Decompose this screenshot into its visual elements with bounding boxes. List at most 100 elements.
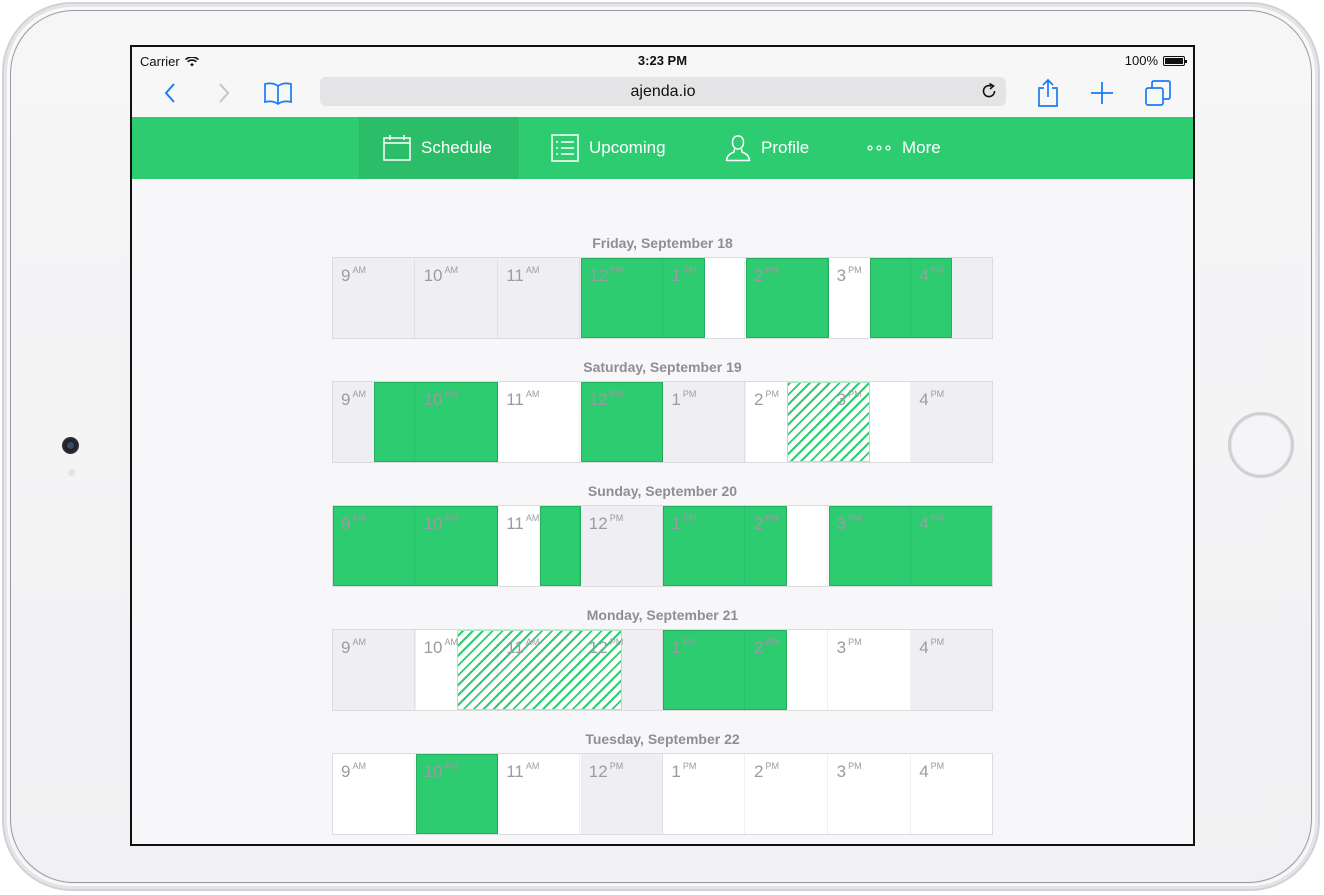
hour-slot[interactable]: 11 AM — [498, 258, 581, 338]
hour-label: 1 PM — [671, 513, 697, 534]
hour-period: PM — [682, 513, 697, 523]
hour-slot[interactable]: 10 AM — [416, 506, 498, 586]
hour-label: 10 AM — [424, 265, 458, 286]
hour-slot[interactable]: 10 AM — [416, 382, 498, 462]
day-timeline[interactable]: 9 AM 10 AM 11 AM 12 PM 1 PM 2 PM 3 PM 4 PM — [332, 505, 993, 587]
day-title: Tuesday, September 22 — [585, 731, 740, 747]
hour-slot[interactable]: 2 PM — [746, 630, 828, 710]
new-tab-button[interactable] — [1086, 77, 1118, 109]
hour-period: PM — [609, 389, 624, 399]
reload-button[interactable] — [980, 82, 998, 105]
hour-slot[interactable]: 9 AM — [333, 382, 415, 462]
day-timeline[interactable]: 9 AM 10 AM 11 AM 12 PM 1 PM 2 PM 3 PM 4 PM — [332, 381, 993, 463]
hour-slot[interactable]: 10 AM — [416, 754, 498, 834]
day-timeline[interactable]: 9 AM 10 AM 11 AM 12 PM 1 PM 2 PM 3 PM 4 PM — [332, 257, 993, 339]
back-button[interactable] — [154, 77, 186, 109]
hour-slot[interactable]: 4 PM — [911, 630, 992, 710]
hour-period: PM — [848, 265, 862, 275]
hour-slot[interactable]: 9 AM — [333, 630, 415, 710]
hour-slot[interactable]: 4 PM — [911, 382, 992, 462]
hour-number: 3 — [836, 762, 847, 781]
hour-slot[interactable]: 2 PM — [746, 258, 828, 338]
hour-label: 12 PM — [589, 637, 623, 658]
day-title: Saturday, September 19 — [583, 359, 742, 375]
hour-label: 3 PM — [837, 513, 862, 534]
hour-slot[interactable]: 1 PM — [663, 258, 746, 338]
hour-label: 1 PM — [671, 265, 696, 286]
browser-toolbar: ajenda.io — [132, 71, 1193, 117]
hour-slot[interactable]: 4 PM — [911, 754, 992, 834]
hour-number: 2 — [754, 266, 764, 285]
more-dots-icon — [867, 145, 891, 151]
hour-number: 12 — [588, 762, 608, 781]
hour-label: 2 PM — [754, 265, 779, 286]
share-button[interactable] — [1032, 77, 1064, 109]
hour-slot[interactable]: 9 AM — [333, 258, 415, 338]
hour-label: 9 AM — [341, 265, 366, 286]
clock: 3:23 PM — [637, 53, 688, 68]
hour-number: 11 — [506, 266, 524, 285]
day-timeline[interactable]: 9 AM 10 AM 11 AM 12 PM 1 PM 2 PM 3 PM 4 PM — [332, 753, 993, 835]
ipad-screen: Carrier 3:23 PM 100% ajenda.io Schedule … — [130, 45, 1195, 846]
tab-profile[interactable]: Profile — [725, 117, 809, 179]
hour-slot[interactable]: 11 AM — [498, 754, 581, 834]
hour-number: 2 — [754, 762, 764, 781]
hour-slot[interactable]: 12 PM — [581, 754, 663, 834]
hour-slot[interactable]: 10 AM — [416, 630, 498, 710]
hour-slot[interactable]: 12 PM — [581, 630, 663, 710]
hour-slot[interactable]: 11 AM — [498, 630, 581, 710]
hour-period: PM — [848, 761, 862, 771]
chevron-left-icon — [164, 83, 175, 103]
hour-period: AM — [525, 389, 540, 399]
hour-label: 1 PM — [671, 637, 697, 658]
hour-slot[interactable]: 2 PM — [746, 382, 828, 462]
hour-slot[interactable]: 12 PM — [581, 506, 663, 586]
hour-period: PM — [930, 265, 945, 275]
hour-slot[interactable]: 4 PM — [911, 258, 992, 338]
hour-number: 3 — [836, 266, 847, 285]
forward-button[interactable] — [208, 77, 240, 109]
hour-slot[interactable]: 12 PM — [581, 258, 663, 338]
hour-number: 9 — [341, 390, 351, 409]
address-bar[interactable]: ajenda.io — [320, 77, 1006, 106]
hour-label: 3 PM — [836, 637, 862, 658]
hour-label: 4 PM — [919, 389, 944, 410]
hour-slot[interactable]: 2 PM — [746, 506, 828, 586]
hour-slot[interactable]: 3 PM — [829, 630, 911, 710]
hour-slot[interactable]: 11 AM — [498, 506, 581, 586]
hour-period: AM — [525, 513, 540, 523]
hour-slot[interactable]: 3 PM — [829, 754, 911, 834]
hour-slot[interactable]: 3 PM — [829, 382, 911, 462]
hour-number: 12 — [588, 266, 608, 285]
hour-label: 4 PM — [919, 265, 945, 286]
chevron-right-icon — [219, 83, 230, 103]
hour-number: 1 — [671, 762, 681, 781]
hour-period: PM — [682, 637, 697, 647]
hour-slot[interactable]: 11 AM — [498, 382, 581, 462]
hour-label: 1 PM — [671, 389, 696, 410]
hour-slot[interactable]: 4 PM — [911, 506, 992, 586]
hour-slot[interactable]: 2 PM — [746, 754, 828, 834]
hour-number: 3 — [836, 638, 847, 657]
hour-number: 1 — [671, 514, 681, 533]
hour-period: AM — [352, 761, 366, 771]
day-timeline[interactable]: 9 AM 10 AM 11 AM 12 PM 1 PM 2 PM 3 PM 4 PM — [332, 629, 993, 711]
hour-slot[interactable]: 12 PM — [581, 382, 663, 462]
hour-slot[interactable]: 3 PM — [829, 258, 911, 338]
hour-number: 12 — [588, 514, 608, 533]
hour-slot[interactable]: 3 PM — [829, 506, 911, 586]
tab-more[interactable]: More — [866, 117, 941, 179]
hour-slot[interactable]: 9 AM — [333, 754, 415, 834]
hour-slot[interactable]: 1 PM — [663, 630, 746, 710]
tabs-button[interactable] — [1142, 77, 1174, 109]
tab-schedule[interactable]: Schedule — [359, 117, 519, 179]
hour-period: AM — [352, 389, 366, 399]
bookmarks-button[interactable] — [262, 77, 294, 109]
hour-slot[interactable]: 1 PM — [663, 382, 746, 462]
hour-slot[interactable]: 1 PM — [663, 754, 746, 834]
hour-slot[interactable]: 1 PM — [663, 506, 746, 586]
tab-upcoming[interactable]: Upcoming — [551, 117, 666, 179]
hour-slot[interactable]: 9 AM — [333, 506, 415, 586]
home-button[interactable] — [1228, 412, 1294, 478]
hour-slot[interactable]: 10 AM — [416, 258, 498, 338]
